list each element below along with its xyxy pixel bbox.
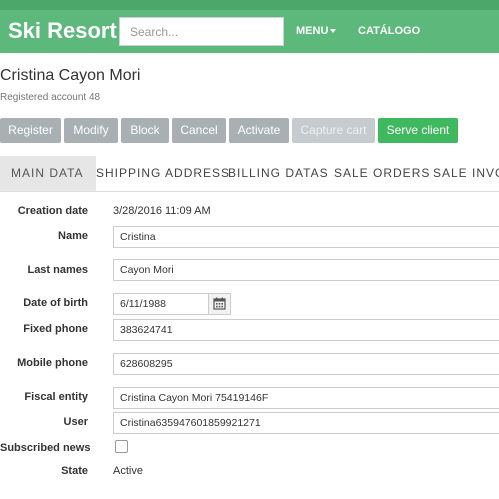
tab-shipping-address[interactable]: SHIPPING ADDRESS <box>96 156 230 191</box>
menu-label: MENU <box>296 25 329 37</box>
top-strip <box>0 0 499 10</box>
activate-button[interactable]: Activate <box>229 118 289 143</box>
mobile-phone-label: Mobile phone <box>17 357 88 369</box>
customer-name: Cristina Cayon Mori <box>0 67 141 84</box>
menu-dropdown[interactable]: MENU <box>296 14 337 48</box>
creation-date-label: Creation date <box>17 205 88 217</box>
user-label: User <box>63 416 88 428</box>
fiscal-entity-label: Fiscal entity <box>24 391 88 403</box>
block-button[interactable]: Block <box>121 118 169 143</box>
user-field[interactable]: Cristina635947601859921271 <box>113 412 499 434</box>
fixed-phone-field[interactable]: 383624741 <box>113 319 499 341</box>
serve-client-button[interactable]: Serve client <box>378 118 458 143</box>
tab-sale-invoices[interactable]: SALE INVOIC <box>433 156 499 191</box>
customer-subtitle: Registered account 48 <box>0 92 101 103</box>
calendar-button[interactable] <box>208 293 231 315</box>
navbar: Ski Resort MENU CATÁLOGO <box>0 10 499 53</box>
state-label: State <box>61 465 88 477</box>
cancel-button[interactable]: Cancel <box>172 118 226 143</box>
date-of-birth-picker: 6/11/1988 <box>113 293 231 315</box>
caret-down-icon <box>330 29 337 34</box>
capture-cart-button[interactable]: Capture cart <box>292 118 375 143</box>
date-of-birth-field[interactable]: 6/11/1988 <box>113 293 209 315</box>
creation-date-value: 3/28/2016 11:09 AM <box>113 205 211 217</box>
modify-button[interactable]: Modify <box>64 118 118 143</box>
tab-sale-orders[interactable]: SALE ORDERS <box>334 156 430 191</box>
date-of-birth-label: Date of birth <box>23 297 88 309</box>
brand-logo[interactable]: Ski Resort <box>8 14 117 48</box>
subscribed-news-checkbox[interactable] <box>115 440 128 453</box>
catalog-link[interactable]: CATÁLOGO <box>358 14 420 48</box>
search-input[interactable] <box>119 17 284 46</box>
register-button[interactable]: Register <box>0 118 61 143</box>
last-names-field[interactable]: Cayon Mori <box>113 259 499 281</box>
tab-billing-datas[interactable]: BILLING DATAS <box>228 156 329 191</box>
mobile-phone-field[interactable]: 628608295 <box>113 353 499 375</box>
subscribed-news-label: Subscribed news <box>0 442 91 454</box>
calendar-icon <box>213 297 226 310</box>
tab-main-data[interactable]: MAIN DATA <box>0 156 96 191</box>
name-field[interactable]: Cristina <box>113 226 499 248</box>
name-label: Name <box>58 230 88 242</box>
fixed-phone-label: Fixed phone <box>23 323 88 335</box>
state-value: Active <box>113 465 143 477</box>
last-names-label: Last names <box>27 264 88 276</box>
fiscal-entity-field[interactable]: Cristina Cayon Mori 75419146F <box>113 387 499 409</box>
tab-bar: MAIN DATA SHIPPING ADDRESS BILLING DATAS… <box>0 156 499 192</box>
